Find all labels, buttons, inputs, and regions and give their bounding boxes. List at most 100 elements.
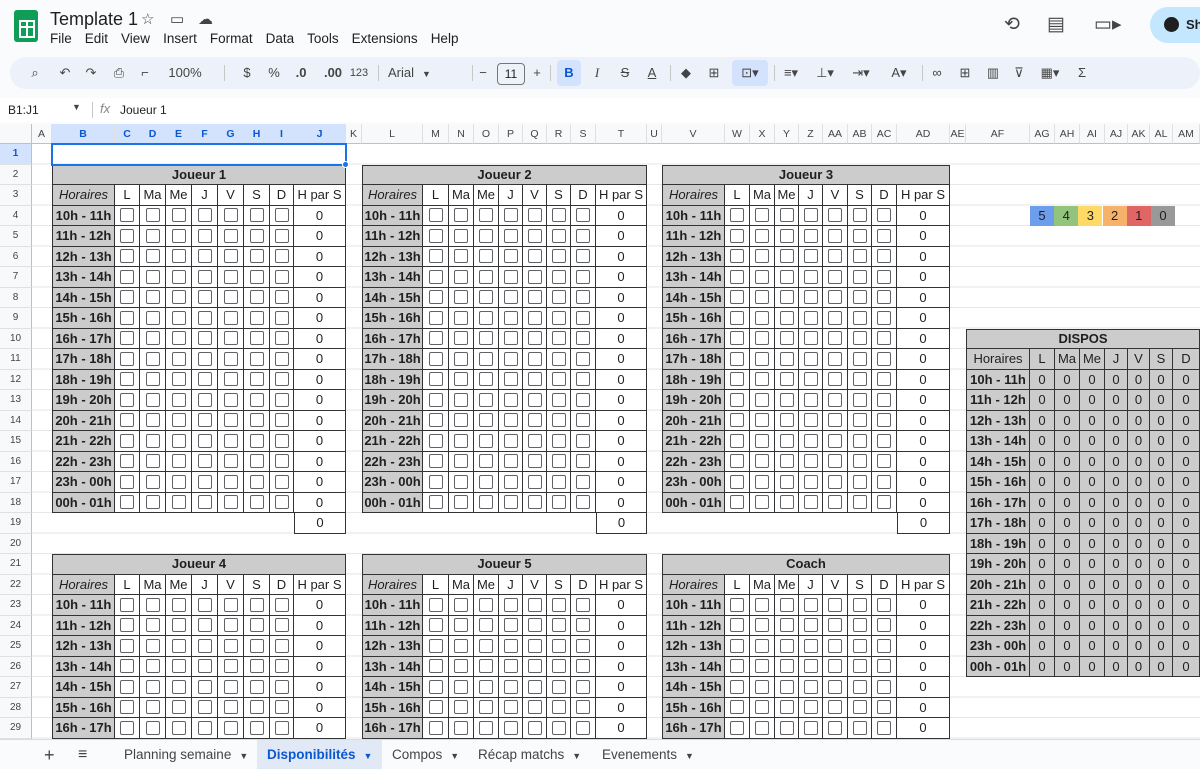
availability-cell[interactable]: [166, 226, 192, 247]
availability-cell[interactable]: [115, 492, 140, 513]
availability-cell[interactable]: [192, 246, 218, 267]
availability-cell[interactable]: [571, 246, 596, 267]
checkbox[interactable]: [223, 310, 238, 325]
checkbox[interactable]: [454, 392, 468, 407]
availability-cell[interactable]: [140, 328, 166, 349]
checkbox[interactable]: [145, 495, 160, 510]
availability-cell[interactable]: [523, 328, 547, 349]
checkbox[interactable]: [503, 269, 518, 284]
menu-tools[interactable]: Tools: [307, 31, 346, 46]
checkbox[interactable]: [428, 392, 443, 407]
select-all-corner[interactable]: [0, 124, 32, 144]
checkbox[interactable]: [527, 454, 542, 469]
availability-cell[interactable]: [571, 595, 596, 616]
checkbox[interactable]: [779, 454, 794, 469]
availability-cell[interactable]: [872, 205, 897, 226]
checkbox[interactable]: [877, 638, 891, 653]
checkbox[interactable]: [755, 290, 769, 305]
availability-cell[interactable]: [571, 205, 596, 226]
availability-cell[interactable]: [449, 677, 474, 698]
availability-cell[interactable]: [115, 410, 140, 431]
checkbox[interactable]: [852, 433, 867, 448]
checkbox[interactable]: [454, 433, 468, 448]
checkbox[interactable]: [454, 659, 468, 674]
availability-cell[interactable]: [270, 205, 294, 226]
text-wrapping-icon[interactable]: ⇥▾: [846, 57, 876, 89]
availability-cell[interactable]: [799, 267, 823, 288]
checkbox[interactable]: [779, 597, 794, 612]
checkbox[interactable]: [171, 597, 186, 612]
availability-cell[interactable]: [140, 595, 166, 616]
availability-cell[interactable]: [848, 328, 872, 349]
checkbox[interactable]: [551, 372, 566, 387]
percent-button[interactable]: %: [264, 57, 284, 89]
checkbox[interactable]: [527, 638, 542, 653]
checkbox[interactable]: [171, 269, 186, 284]
availability-cell[interactable]: [115, 451, 140, 472]
checkbox[interactable]: [223, 208, 238, 223]
availability-cell[interactable]: [192, 267, 218, 288]
availability-cell[interactable]: [115, 349, 140, 370]
checkbox[interactable]: [503, 454, 518, 469]
checkbox[interactable]: [120, 351, 134, 366]
checkbox[interactable]: [249, 638, 264, 653]
checkbox[interactable]: [730, 700, 744, 715]
checkbox[interactable]: [877, 228, 891, 243]
availability-cell[interactable]: [270, 636, 294, 657]
availability-cell[interactable]: [725, 697, 750, 718]
checkbox[interactable]: [274, 495, 289, 510]
availability-cell[interactable]: [423, 492, 449, 513]
availability-cell[interactable]: [571, 431, 596, 452]
checkbox[interactable]: [730, 679, 744, 694]
checkbox[interactable]: [779, 208, 794, 223]
checkbox[interactable]: [503, 290, 518, 305]
availability-cell[interactable]: [140, 287, 166, 308]
availability-cell[interactable]: [547, 369, 571, 390]
checkbox[interactable]: [454, 228, 468, 243]
availability-cell[interactable]: [166, 267, 192, 288]
checkbox[interactable]: [877, 392, 891, 407]
checkbox[interactable]: [120, 474, 134, 489]
checkbox[interactable]: [171, 618, 186, 633]
checkbox[interactable]: [145, 454, 160, 469]
checkbox[interactable]: [877, 597, 891, 612]
availability-cell[interactable]: [218, 287, 244, 308]
checkbox[interactable]: [223, 618, 238, 633]
checkbox[interactable]: [828, 208, 842, 223]
availability-cell[interactable]: [115, 636, 140, 657]
availability-cell[interactable]: [547, 636, 571, 657]
checkbox[interactable]: [454, 474, 468, 489]
availability-cell[interactable]: [192, 472, 218, 493]
checkbox[interactable]: [503, 597, 518, 612]
checkbox[interactable]: [145, 413, 160, 428]
availability-cell[interactable]: [750, 328, 775, 349]
availability-cell[interactable]: [423, 656, 449, 677]
name-box[interactable]: B1:J1: [8, 103, 39, 117]
checkbox[interactable]: [454, 269, 468, 284]
availability-cell[interactable]: [499, 718, 523, 739]
checkbox[interactable]: [527, 249, 542, 264]
availability-cell[interactable]: [192, 636, 218, 657]
availability-cell[interactable]: [547, 595, 571, 616]
checkbox[interactable]: [197, 618, 212, 633]
row-header[interactable]: 19: [0, 513, 32, 534]
availability-cell[interactable]: [115, 718, 140, 739]
checkbox[interactable]: [803, 659, 818, 674]
checkbox[interactable]: [171, 290, 186, 305]
row-header[interactable]: 15: [0, 431, 32, 452]
checkbox[interactable]: [274, 659, 289, 674]
checkbox[interactable]: [454, 413, 468, 428]
availability-cell[interactable]: [799, 246, 823, 267]
horizontal-align-icon[interactable]: ≡▾: [778, 57, 804, 89]
checkbox[interactable]: [803, 269, 818, 284]
availability-cell[interactable]: [499, 349, 523, 370]
availability-cell[interactable]: [474, 677, 499, 698]
availability-cell[interactable]: [799, 431, 823, 452]
checkbox[interactable]: [249, 720, 264, 735]
availability-cell[interactable]: [474, 390, 499, 411]
checkbox[interactable]: [249, 351, 264, 366]
checkbox[interactable]: [479, 638, 493, 653]
availability-cell[interactable]: [799, 656, 823, 677]
checkbox[interactable]: [551, 659, 566, 674]
checkbox[interactable]: [145, 720, 160, 735]
